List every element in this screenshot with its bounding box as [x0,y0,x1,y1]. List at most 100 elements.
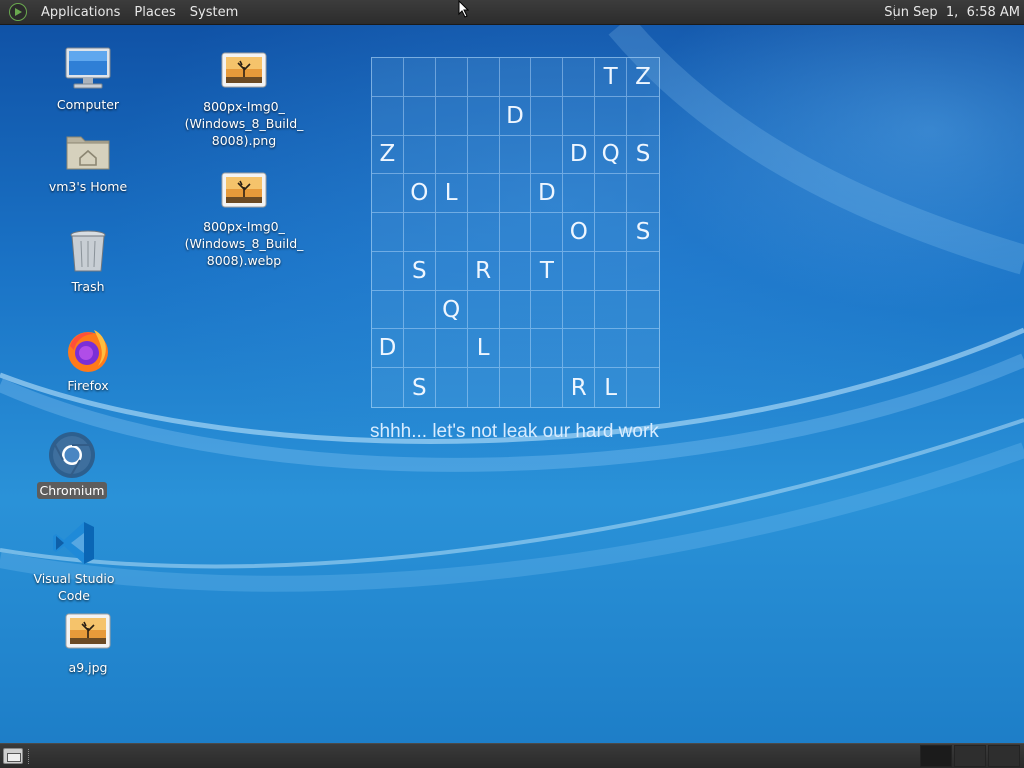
desktop-icon-label: Chromium [36,482,108,499]
grid-cell: O [403,174,436,214]
wallpaper-tagline: shhh... let's not leak our hard work [370,421,659,442]
grid-cell: L [467,329,500,369]
desktop-icon-label: Firefox [67,378,109,393]
grid-cell [435,251,468,291]
desktop-icon-label: Computer [56,97,120,112]
grid-cell [531,58,564,97]
bottom-panel [0,743,1024,768]
grid-cell [499,329,532,369]
grid-cell [531,135,564,175]
grid-cell [499,58,532,97]
grid-cell [627,368,659,407]
mouse-pointer-icon [458,0,470,22]
image-file-icon [220,47,268,95]
grid-cell [500,368,532,407]
show-desktop-button[interactable] [3,748,23,764]
desktop-icon-home[interactable]: vm3's Home [28,127,148,195]
grid-cell [372,368,404,407]
grid-cell [435,213,468,252]
grid-cell [531,96,564,136]
grid-cell [499,290,532,330]
desktop-icon-img0-webp[interactable]: 800px-Img0_ (Windows_8_Build_ 8008).webp [184,167,304,269]
grid-cell [435,96,468,136]
grid-cell [372,96,404,136]
grid-cell [403,96,436,136]
grid-cell: Q [595,135,628,175]
grid-cell: Z [627,58,659,97]
desktop-icon-a9-jpg[interactable]: a9.jpg [28,608,148,676]
grid-cell [467,96,500,136]
grid-cell: R [563,368,596,407]
grid-cell [436,368,468,407]
grid-cell: O [563,213,596,252]
grid-cell [372,58,404,97]
clock[interactable]: Sun Sep 1, 6:58 AM [874,0,1020,25]
grid-cell: D [499,96,532,136]
grid-cell [563,174,596,214]
grid-cell [403,329,436,369]
grid-cell [595,251,628,291]
grid-cell: T [531,251,564,291]
grid-cell [435,329,468,369]
grid-cell [499,135,532,175]
wallpaper-letter-grid: TZDZDQSOLDOSSRTQDLSRL [371,57,660,408]
vscode-icon [50,519,98,567]
trash-icon [64,227,112,275]
grid-cell [403,290,436,330]
menu-places[interactable]: Places [127,0,182,25]
desktop-icon-label: 800px-Img0_ (Windows_8_Build_ 8008).webp [184,219,304,268]
workspace-2[interactable] [954,745,986,767]
desktop-icon-firefox[interactable]: Firefox [28,326,148,394]
desktop-icon-label: a9.jpg [68,660,108,675]
grid-cell [499,174,532,214]
grid-cell [499,213,532,252]
distro-logo-icon[interactable] [9,3,27,21]
grid-cell: R [467,251,500,291]
grid-cell [563,329,596,369]
grid-cell [468,368,500,407]
desktop-icon-label: Visual Studio Code [33,571,115,603]
grid-cell [563,96,596,136]
grid-cell [467,290,500,330]
grid-cell: D [372,329,404,369]
grid-cell: T [595,58,628,97]
desktop-icon-computer[interactable]: Computer [28,45,148,113]
workspace-3[interactable] [988,745,1020,767]
grid-cell [627,291,659,330]
grid-cell [372,174,404,214]
panel-separator [28,749,30,764]
grid-cell [467,135,500,175]
grid-cell: S [404,368,436,407]
grid-cell: L [435,174,468,214]
home-folder-icon [64,127,112,175]
workspace-switcher[interactable] [918,745,1020,767]
grid-cell [372,290,404,330]
grid-cell [467,58,500,97]
computer-icon [64,45,112,93]
desktop-icon-img0-png[interactable]: 800px-Img0_ (Windows_8_Build_ 8008).png [184,47,304,149]
grid-cell: L [595,368,628,407]
top-panel: Applications Places System Sun Sep 1, 6:… [0,0,1024,25]
grid-cell: D [531,174,564,214]
grid-cell [627,329,659,369]
grid-cell [435,135,468,175]
desktop-icon-label: vm3's Home [48,179,128,194]
grid-cell [531,329,564,369]
desktop-icon-chromium[interactable]: Chromium [12,431,132,499]
grid-cell [595,96,628,136]
grid-cell [467,213,500,252]
menu-applications[interactable]: Applications [34,0,127,25]
grid-cell: Q [435,290,468,330]
desktop-icon-trash[interactable]: Trash [28,227,148,295]
image-file-icon [220,167,268,215]
desktop-icon-label: 800px-Img0_ (Windows_8_Build_ 8008).png [184,99,304,148]
image-file-icon [64,608,112,656]
grid-cell [403,135,436,175]
grid-cell: D [563,135,596,175]
desktop-icon-vscode[interactable]: Visual Studio Code [14,519,134,604]
grid-cell [435,58,468,97]
grid-cell [531,368,564,407]
workspace-1[interactable] [920,745,952,767]
grid-cell [627,97,659,136]
menu-system[interactable]: System [183,0,245,25]
